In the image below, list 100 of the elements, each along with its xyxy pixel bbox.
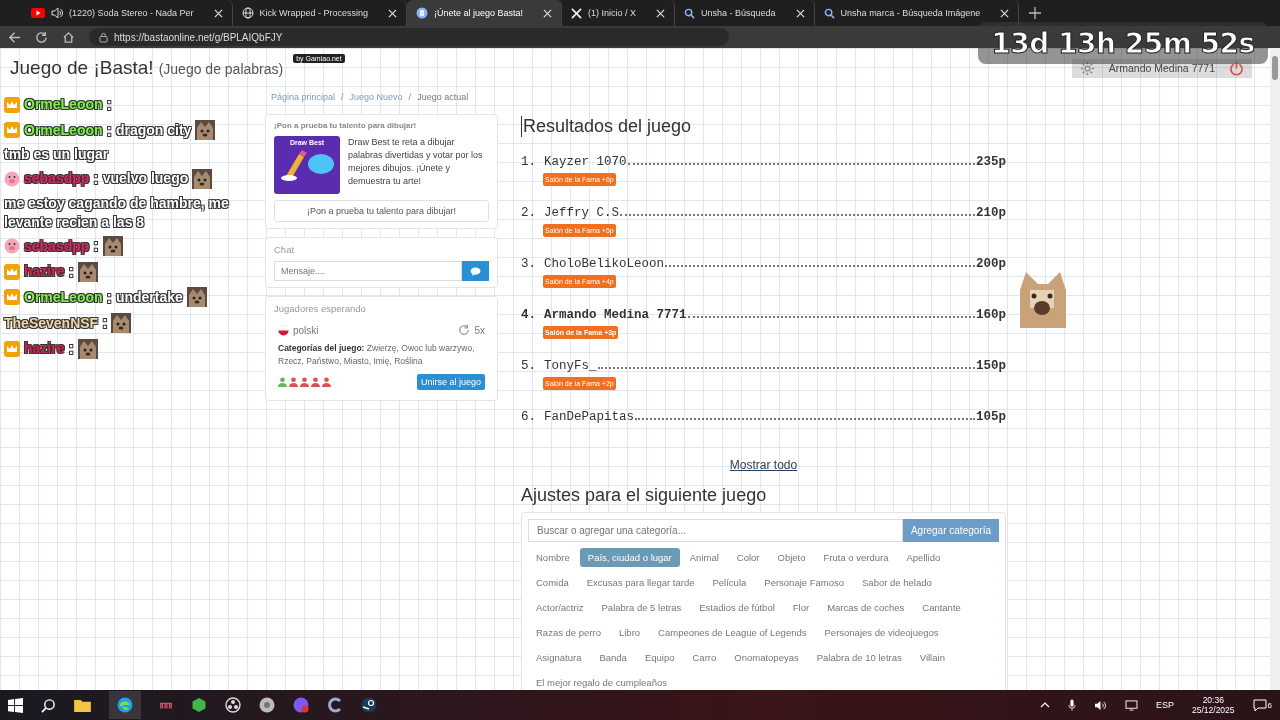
- category-chip[interactable]: Razas de perro: [528, 623, 609, 642]
- home-icon[interactable]: [62, 30, 75, 44]
- volume-icon[interactable]: [1094, 699, 1107, 711]
- app-icon[interactable]: [259, 697, 275, 713]
- rank-number: 1.: [521, 155, 536, 169]
- reload-icon[interactable]: [35, 30, 48, 44]
- add-icon[interactable]: [1029, 7, 1042, 19]
- language-indicator[interactable]: ESP: [1156, 700, 1174, 710]
- power-icon[interactable]: [1229, 60, 1244, 76]
- category-chip[interactable]: Nombre: [528, 548, 578, 567]
- scrollbar-thumb[interactable]: [1272, 56, 1278, 80]
- rank-number: 6.: [521, 410, 536, 424]
- close-icon[interactable]: [543, 8, 553, 18]
- video-icon: [31, 8, 45, 18]
- category-chip[interactable]: Fruta o verdura: [815, 548, 897, 567]
- player-name: CholoBelikoLeoon: [544, 257, 665, 271]
- category-chip[interactable]: Asignatura: [528, 648, 590, 667]
- promo-button[interactable]: ¡Pon a prueba tu talento para dibujar!: [274, 200, 489, 222]
- category-chip[interactable]: Campeones de League of Legends: [650, 623, 815, 642]
- show-all-link[interactable]: Mostrar todo: [729, 458, 798, 472]
- close-icon[interactable]: [387, 8, 397, 18]
- category-chip[interactable]: Carro: [684, 648, 725, 667]
- flag-icon: [278, 324, 289, 336]
- send-button[interactable]: [462, 261, 489, 281]
- close-icon[interactable]: [795, 8, 805, 18]
- breadcrumb-item[interactable]: Página principal: [271, 92, 336, 102]
- cube-icon[interactable]: [191, 697, 207, 713]
- pig-badge-icon: [4, 170, 20, 187]
- settings-icon[interactable]: [1079, 60, 1095, 76]
- back-icon[interactable]: [8, 30, 21, 44]
- category-chip[interactable]: Sabor de helado: [854, 573, 940, 592]
- tab-title: Unsha marca - Búsqueda Imágene: [840, 8, 981, 18]
- tab-title: (1) Inicio / X: [588, 8, 637, 18]
- steam-icon[interactable]: [361, 697, 377, 713]
- globe-icon: [241, 7, 254, 19]
- search-icon[interactable]: [41, 697, 56, 713]
- category-search-field[interactable]: Buscar o agregar una categoría...: [528, 519, 903, 542]
- chat-message: tmb es un lugar: [4, 145, 109, 165]
- chat-message: undertake: [115, 288, 183, 307]
- player-name: Jeffry C.S: [544, 206, 620, 220]
- category-chip[interactable]: Villain: [911, 648, 953, 667]
- category-chip[interactable]: Marcas de coches: [819, 598, 913, 617]
- category-chip[interactable]: Apellido: [898, 548, 949, 567]
- record-icon[interactable]: [225, 697, 241, 713]
- chat-colon: :: [68, 262, 74, 283]
- category-chip[interactable]: El mejor regalo de cumpleaños: [528, 673, 675, 690]
- chat-app-icon[interactable]: [293, 697, 309, 713]
- browser-icon[interactable]: [117, 697, 133, 713]
- category-chip[interactable]: Banda: [591, 648, 635, 667]
- category-chip[interactable]: Actor/actriz: [528, 598, 592, 617]
- category-chip[interactable]: Color: [728, 548, 768, 567]
- microphone-icon[interactable]: [1068, 699, 1076, 711]
- refresh-icon: [458, 324, 471, 336]
- chat-message: dragon city: [115, 120, 192, 140]
- category-chip[interactable]: Animal: [681, 548, 727, 567]
- join-button[interactable]: Unirse al juego: [416, 373, 485, 390]
- category-chip[interactable]: Cantante: [914, 598, 969, 617]
- category-chip[interactable]: Personaje Famoso: [756, 573, 853, 592]
- scrollbar[interactable]: [1270, 48, 1280, 690]
- site-icon: [415, 7, 428, 19]
- rank-number: 3.: [521, 257, 536, 271]
- category-chip[interactable]: País, ciudad o lugar: [579, 548, 680, 567]
- network-icon[interactable]: [1125, 699, 1138, 711]
- chat-username: hazire: [24, 262, 65, 282]
- category-chip[interactable]: Equipo: [636, 648, 683, 667]
- clock-time[interactable]: 20:36: [1202, 694, 1224, 705]
- category-chip[interactable]: Comida: [528, 573, 577, 592]
- player-name: Kayzer 1070: [544, 155, 627, 169]
- page-subtitle: (Juego de palabras): [158, 61, 284, 77]
- message-field[interactable]: Mensaje....: [274, 261, 462, 281]
- category-chip[interactable]: Estadios de fútbol: [691, 598, 783, 617]
- browser-tab[interactable]: ¡Únete al juego Basta!: [406, 0, 563, 26]
- speaker-icon[interactable]: [51, 7, 63, 19]
- category-chip[interactable]: Flor: [784, 598, 818, 617]
- chat-message: me estoy cagando de hambre, me levante recien a las 8: [4, 193, 231, 232]
- windows-start-icon[interactable]: [8, 697, 23, 713]
- category-chip[interactable]: Película: [704, 573, 755, 592]
- close-icon[interactable]: [213, 8, 223, 18]
- folder-icon[interactable]: [74, 698, 91, 712]
- category-chip[interactable]: Libro: [610, 623, 649, 642]
- close-icon[interactable]: [1000, 8, 1010, 18]
- chat-username: sebasdpp: [24, 236, 90, 256]
- player-score: 235p: [976, 155, 1006, 169]
- chat-username: OrmeLeoon: [24, 288, 103, 307]
- address-field[interactable]: https://bastaonline.net/g/BPLAIQbFJY: [89, 28, 729, 46]
- search-icon: [684, 7, 696, 19]
- clock-date[interactable]: 25/12/2025: [1192, 705, 1235, 716]
- category-chip[interactable]: Personajes de videojuegos: [816, 623, 947, 642]
- chevron-up-icon[interactable]: [1040, 702, 1050, 708]
- app-icon[interactable]: [327, 697, 343, 713]
- close-icon[interactable]: [656, 8, 666, 18]
- chat-message: vuelvo luego: [102, 169, 189, 189]
- settings-title: Ajustes para el siguiente juego: [521, 485, 768, 506]
- category-chip[interactable]: Palabra de 10 letras: [808, 648, 910, 667]
- category-chip[interactable]: Palabra de 5 letras: [593, 598, 690, 617]
- category-chip[interactable]: Onomatopeyas: [726, 648, 807, 667]
- add-category-button[interactable]: Agregar categoría: [902, 519, 999, 542]
- category-chip[interactable]: Objeto: [769, 548, 814, 567]
- category-chip[interactable]: Excusas para llegar tarde: [578, 573, 703, 592]
- breadcrumb-item[interactable]: Juego Nuevo: [349, 92, 403, 102]
